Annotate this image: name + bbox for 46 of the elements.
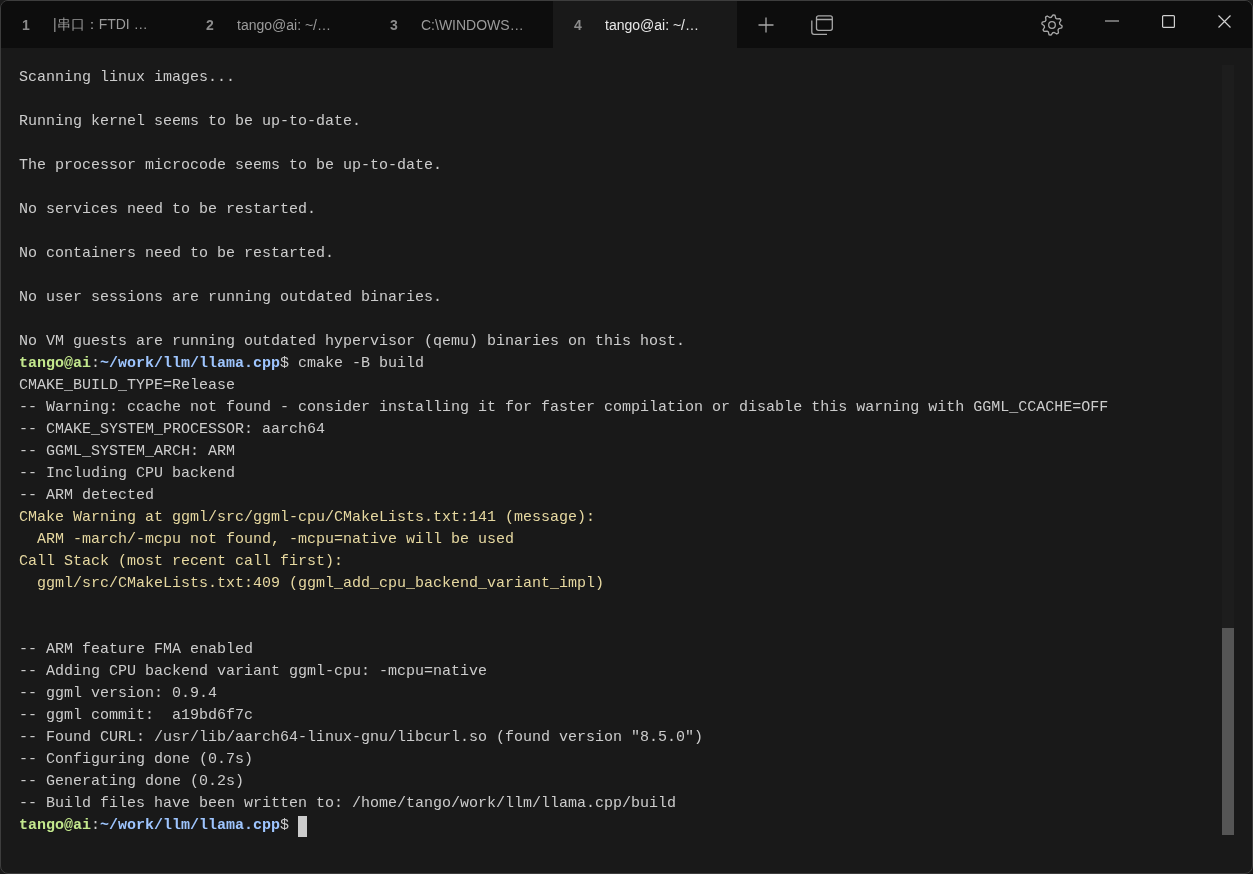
output-line: No user sessions are running outdated binaries. [19,288,443,308]
output-line: -- Found CURL: /usr/lib/aarch64-linux-gnu/libcurl.so (found version "8.5.0") [19,728,704,748]
output-line: No services need to be restarted. [19,200,317,220]
output-line: -- ARM feature FMA enabled [19,640,254,660]
close-icon [1217,15,1231,28]
output-line: -- Configuring done (0.7s) [19,750,254,770]
output-line: -- Build files have been written to: /home/tango/work/llm/llama.cpp/build [19,794,677,814]
maximize-icon [1161,15,1175,28]
prompt-user-host: tango@ai [19,354,91,374]
output-line: -- ggml version: 0.9.4 [19,684,218,704]
output-line: The processor microcode seems to be up-to-date. [19,156,443,176]
tab[interactable]: 2 tango@ai: ~/… [185,1,369,48]
prompt-symbol: $ [280,816,290,836]
tab[interactable]: 1 |串口：FTDI … [1,1,185,48]
warning-line: CMake Warning at ggml/src/ggml-cpu/CMakeLists.txt:141 (message): [19,508,596,528]
minimize-icon [1105,20,1119,22]
scrollbar-thumb[interactable] [1222,628,1234,835]
prompt-path: ~/work/llm/llama.cpp [100,354,281,374]
prompt-separator: : [91,816,101,836]
output-line: -- Adding CPU backend variant ggml-cpu: -mcpu=native [19,662,488,682]
settings-icon [1041,13,1063,36]
output-line: -- ggml commit: a19bd6f7c [19,706,254,726]
warning-line: ggml/src/CMakeLists.txt:409 (ggml_add_cpu_backend_variant_impl) [36,574,605,594]
prompt-symbol: $ [280,354,290,374]
output-line: No VM guests are running outdated hypervisor (qemu) binaries on this host. [19,332,686,352]
output-line: -- Warning: ccache not found - consider installing it for faster compilation or disable this warning with GGML_CCACHE=OFF [19,398,1109,418]
output-line: -- CMAKE_SYSTEM_PROCESSOR: aarch64 [19,420,326,440]
prompt-path: ~/work/llm/llama.cpp [100,816,281,836]
warning-line: ARM -march/-mcpu not found, -mcpu=native will be used [36,530,515,550]
windows-icon [811,14,833,35]
output-line: -- GGML_SYSTEM_ARCH: ARM [19,442,236,462]
output-line: Scanning linux images... [19,68,236,88]
prompt-user-host: tango@ai [19,816,91,836]
output-line: -- Including CPU backend [19,464,236,484]
output-line: Running kernel seems to be up-to-date. [19,112,362,132]
scrollbar-track[interactable] [1222,65,1234,835]
plus-icon [758,16,774,33]
tab[interactable]: 3 C:\WINDOWS… [369,1,553,48]
warning-line: Call Stack (most recent call first): [19,552,344,572]
prompt-separator: : [91,354,101,374]
output-line: -- Generating done (0.2s) [19,772,245,792]
tab[interactable]: 4 tango@ai: ~/… [553,1,737,48]
output-line: No containers need to be restarted. [19,244,335,264]
command-text: cmake -B build [298,354,425,374]
output-line: CMAKE_BUILD_TYPE=Release [19,376,236,396]
output-line: -- ARM detected [19,486,155,506]
